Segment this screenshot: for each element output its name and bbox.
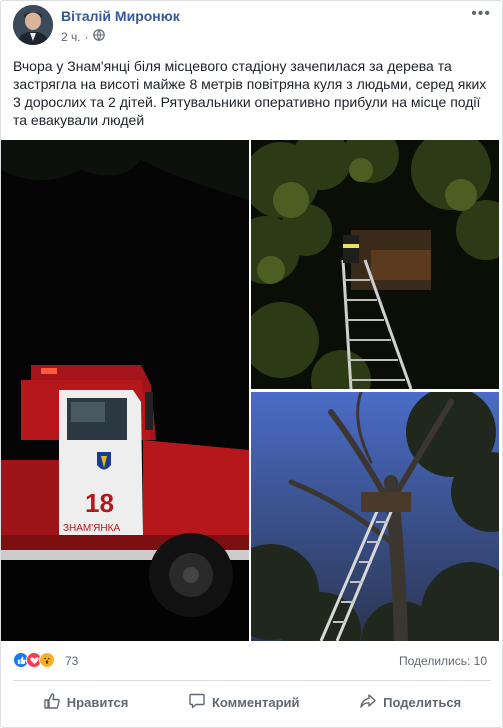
photo-ladder-trees[interactable] <box>251 140 499 389</box>
truck-city-label: ЗНАМ'ЯНКА <box>63 523 120 534</box>
truck-number: 18 <box>85 488 114 518</box>
comment-button[interactable]: Комментарий <box>178 685 310 719</box>
comment-icon <box>188 692 206 713</box>
more-options-icon[interactable]: ••• <box>471 5 491 23</box>
post-time[interactable]: 2 ч. <box>61 30 81 44</box>
post-meta: 2 ч. · <box>61 29 105 44</box>
globe-icon <box>92 29 105 44</box>
share-label: Поделиться <box>383 694 462 710</box>
comment-label: Комментарий <box>211 694 300 710</box>
author-name[interactable]: Віталій Миронюк <box>61 8 180 24</box>
photo-ladder-dusk[interactable] <box>251 392 499 641</box>
share-icon <box>359 692 377 713</box>
post-header: Віталій Миронюк 2 ч. · ••• <box>13 1 493 51</box>
reaction-count[interactable]: 73 <box>65 654 78 668</box>
like-label: Нравится <box>66 694 129 710</box>
wow-icon <box>39 652 55 668</box>
divider <box>13 680 491 681</box>
photo-fire-truck[interactable]: 18 ЗНАМ'ЯНКА <box>1 140 249 641</box>
thumbs-up-icon <box>43 692 61 713</box>
author-avatar[interactable] <box>13 5 53 45</box>
action-bar: Нравится Комментарий Поделиться <box>13 685 491 719</box>
post-text: Вчора у Знам'янці біля місцевого стадіон… <box>13 58 487 128</box>
reaction-icons[interactable] <box>13 652 55 668</box>
shares-count[interactable]: Поделились: 10 <box>399 654 487 668</box>
share-button[interactable]: Поделиться <box>349 685 471 719</box>
reactions-bar: 73 Поделились: 10 <box>13 651 491 671</box>
like-button[interactable]: Нравится <box>33 685 139 719</box>
feed-post: Віталій Миронюк 2 ч. · ••• Вчора у Знам'… <box>0 0 503 728</box>
